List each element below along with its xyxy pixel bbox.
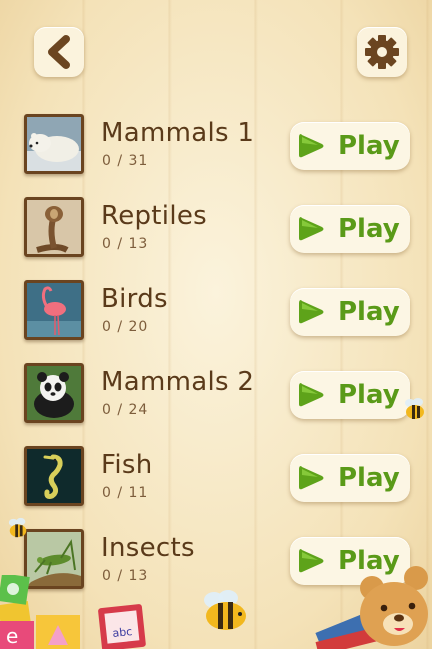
category-progress: 0 / 24: [102, 402, 149, 418]
play-label: Play: [338, 463, 400, 493]
polar-bear-thumbnail: [24, 114, 84, 174]
category-progress: 0 / 13: [102, 568, 149, 584]
seahorse-thumbnail: [24, 446, 84, 506]
top-bar: [0, 0, 432, 100]
toy-blocks-icon: e: [0, 575, 80, 649]
category-name: Mammals 2: [101, 367, 255, 397]
chevron-left-icon: [48, 35, 70, 69]
back-button[interactable]: [34, 27, 84, 77]
settings-button[interactable]: [357, 27, 407, 77]
category-progress: 0 / 20: [102, 319, 149, 335]
play-label: Play: [338, 297, 400, 327]
bee-icon: [8, 517, 27, 538]
cobra-thumbnail: [24, 197, 84, 257]
bee-icon: [405, 398, 424, 419]
play-button[interactable]: Play: [290, 205, 410, 253]
play-button[interactable]: Play: [290, 122, 410, 170]
book-label: abc: [112, 625, 133, 640]
play-icon: [299, 300, 324, 324]
gear-icon: [365, 35, 399, 69]
category-progress: 0 / 13: [102, 236, 149, 252]
category-name: Insects: [101, 533, 195, 563]
category-list: Mammals 1 0 / 31 Play Reptiles 0 / 13 Pl…: [0, 100, 432, 598]
play-icon: [299, 383, 324, 407]
play-label: Play: [338, 380, 400, 410]
play-label: Play: [338, 214, 400, 244]
category-row[interactable]: Fish 0 / 11 Play: [0, 432, 432, 515]
play-icon: [299, 466, 324, 490]
category-row[interactable]: Mammals 2 0 / 24 Play: [0, 349, 432, 432]
category-name: Birds: [101, 284, 168, 314]
play-button[interactable]: Play: [290, 454, 410, 502]
category-name: Reptiles: [101, 201, 207, 231]
category-name: Mammals 1: [101, 118, 255, 148]
category-row[interactable]: Mammals 1 0 / 31 Play: [0, 100, 432, 183]
category-row[interactable]: Reptiles 0 / 13 Play: [0, 183, 432, 266]
bee-icon: [204, 590, 246, 630]
play-icon: [299, 217, 324, 241]
play-label: Play: [338, 131, 400, 161]
book-icon: abc: [98, 604, 146, 649]
category-progress: 0 / 31: [102, 153, 149, 169]
play-button[interactable]: Play: [290, 288, 410, 336]
play-icon: [299, 134, 324, 158]
flamingo-thumbnail: [24, 280, 84, 340]
category-row[interactable]: Birds 0 / 20 Play: [0, 266, 432, 349]
play-button[interactable]: Play: [290, 371, 410, 419]
teddy-bear-icon: [315, 566, 428, 649]
category-progress: 0 / 11: [102, 485, 149, 501]
panda-thumbnail: [24, 363, 84, 423]
category-name: Fish: [101, 450, 153, 480]
svg-text:e: e: [6, 624, 18, 648]
